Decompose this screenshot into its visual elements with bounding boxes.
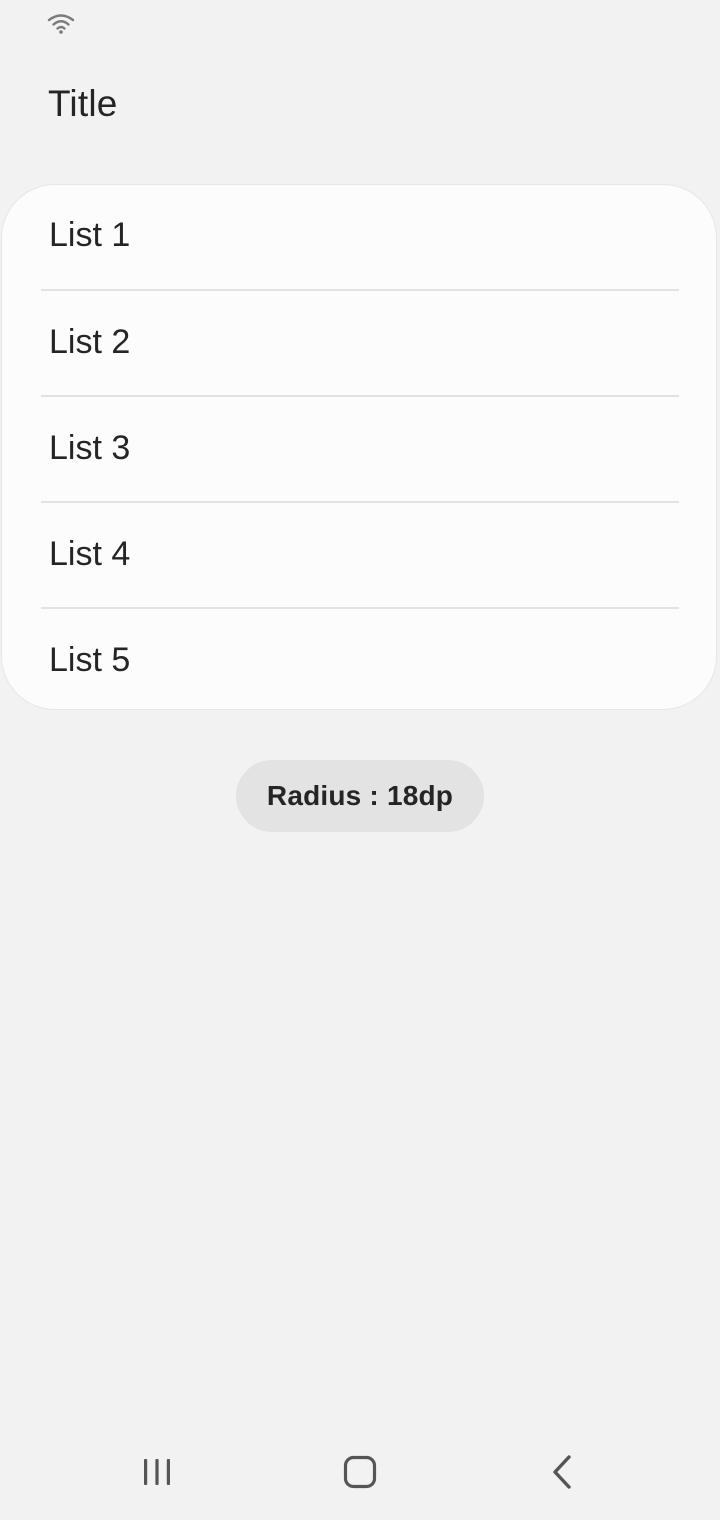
list-item[interactable]: List 1 (2, 185, 716, 291)
list-card: List 1 List 2 List 3 List 4 List 5 (1, 184, 717, 710)
list-item-label: List 2 (49, 323, 131, 361)
list-item[interactable]: List 3 (2, 397, 716, 503)
list-item-label: List 4 (49, 535, 131, 573)
recents-button[interactable] (127, 1442, 187, 1502)
list-item-label: List 3 (49, 429, 131, 467)
recents-icon (144, 1459, 170, 1485)
status-bar (0, 0, 720, 48)
radius-chip: Radius : 18dp (236, 760, 484, 832)
wifi-icon (47, 14, 75, 34)
back-icon (553, 1455, 571, 1489)
back-button[interactable] (533, 1442, 593, 1502)
list-item[interactable]: List 5 (2, 609, 716, 709)
list-item-label: List 5 (49, 641, 131, 679)
page-title: Title (48, 83, 118, 124)
list-item[interactable]: List 2 (2, 291, 716, 397)
list-item[interactable]: List 4 (2, 503, 716, 609)
home-icon (343, 1455, 377, 1489)
navigation-bar (0, 1424, 720, 1520)
list-item-label: List 1 (49, 216, 131, 254)
home-button[interactable] (330, 1442, 390, 1502)
